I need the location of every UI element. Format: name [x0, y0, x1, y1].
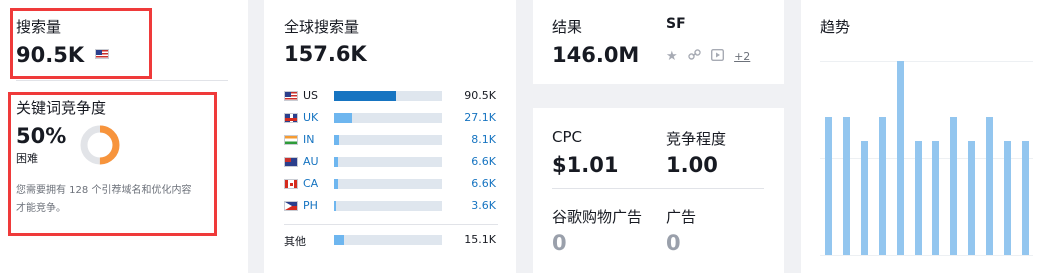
- country-value[interactable]: 6.6K: [471, 177, 496, 190]
- divider: [284, 224, 498, 225]
- us-flag-icon: [284, 91, 298, 101]
- country-row-ca[interactable]: CA 6.6K: [284, 177, 498, 191]
- trend-bar[interactable]: [986, 117, 993, 255]
- country-bar: [334, 135, 442, 145]
- country-code[interactable]: IN: [303, 133, 314, 146]
- shopping-ads-value: 0: [552, 231, 567, 255]
- sf-icons: ★ +2: [666, 48, 756, 65]
- trend-bar[interactable]: [897, 61, 904, 255]
- difficulty-description-2: 才能竞争。: [16, 203, 66, 214]
- competition-value: 1.00: [666, 153, 718, 177]
- country-value[interactable]: 6.6K: [471, 155, 496, 168]
- competition-label: 竞争程度: [666, 130, 727, 148]
- trend-bar[interactable]: [861, 141, 868, 255]
- country-row-in[interactable]: IN 8.1K: [284, 133, 498, 147]
- divider: [552, 188, 764, 189]
- trend-bar[interactable]: [825, 117, 832, 255]
- country-bar-fill: [334, 201, 336, 211]
- country-value[interactable]: 3.6K: [471, 199, 496, 212]
- country-code[interactable]: US: [303, 89, 318, 102]
- results-value: 146.0M: [552, 43, 640, 67]
- difficulty-percent: 50%: [16, 124, 67, 148]
- country-row-other[interactable]: 其他 15.1K: [284, 233, 498, 248]
- star-icon[interactable]: ★: [666, 49, 678, 64]
- in-flag-icon: [284, 135, 298, 145]
- volume-difficulty-card: 搜索量 90.5K 关键词竞争度 50% 困难 您需要拥有 128 个引荐域名和…: [0, 0, 248, 273]
- country-value[interactable]: 27.1K: [464, 111, 496, 124]
- country-code[interactable]: CA: [303, 177, 318, 190]
- ph-flag-icon: [284, 201, 298, 211]
- country-code[interactable]: PH: [303, 199, 318, 212]
- us-flag-icon: [95, 49, 110, 59]
- trend-label: 趋势: [820, 18, 851, 36]
- country-bar: [334, 201, 442, 211]
- country-code[interactable]: UK: [303, 111, 318, 124]
- country-value[interactable]: 90.5K: [464, 89, 496, 102]
- trend-bar[interactable]: [932, 141, 939, 255]
- country-bar-fill: [334, 91, 396, 101]
- trend-bar[interactable]: [968, 141, 975, 255]
- country-code[interactable]: AU: [303, 155, 319, 168]
- trend-bar[interactable]: [1022, 141, 1029, 255]
- country-bar-fill: [334, 113, 352, 123]
- cpc-value: $1.01: [552, 153, 619, 177]
- difficulty-donut: [80, 125, 120, 165]
- divider: [16, 80, 228, 81]
- country-bar: [334, 113, 442, 123]
- global-volume-label: 全球搜索量: [284, 18, 360, 36]
- trend-bar[interactable]: [843, 117, 850, 255]
- other-bar: [334, 235, 442, 245]
- country-bar: [334, 179, 442, 189]
- ads-label: 广告: [666, 208, 697, 226]
- trend-bar[interactable]: [1004, 141, 1011, 255]
- trend-bar[interactable]: [879, 117, 886, 255]
- trend-baseline: [820, 255, 1033, 256]
- trend-gridline: [820, 158, 1033, 159]
- ca-flag-icon: [284, 179, 298, 189]
- global-volume-value: 157.6K: [284, 42, 367, 66]
- video-icon[interactable]: [710, 48, 724, 65]
- cpc-label: CPC: [552, 128, 582, 146]
- difficulty-description-1: 您需要拥有 128 个引荐域名和优化内容: [16, 185, 192, 196]
- country-bar-fill: [334, 179, 338, 189]
- volume-value: 90.5K: [16, 43, 110, 67]
- country-bar: [334, 91, 442, 101]
- country-bar-fill: [334, 157, 338, 167]
- country-row-au[interactable]: AU 6.6K: [284, 155, 498, 169]
- link-icon[interactable]: [688, 48, 701, 65]
- other-value: 15.1K: [464, 233, 496, 246]
- volume-label: 搜索量: [16, 18, 62, 36]
- difficulty-level: 困难: [16, 152, 38, 165]
- trend-bar[interactable]: [915, 141, 922, 255]
- sf-more-link[interactable]: +2: [734, 50, 750, 63]
- results-card: [533, 0, 784, 84]
- sf-label: SF: [666, 16, 686, 32]
- volume-number: 90.5K: [16, 43, 85, 67]
- country-value[interactable]: 8.1K: [471, 133, 496, 146]
- country-row-ph[interactable]: PH 3.6K: [284, 199, 498, 213]
- ads-value: 0: [666, 231, 681, 255]
- country-bar: [334, 157, 442, 167]
- difficulty-label: 关键词竞争度: [16, 99, 107, 117]
- trend-gridline: [820, 61, 1033, 62]
- other-bar-fill: [334, 235, 344, 245]
- other-label: 其他: [284, 235, 306, 248]
- au-flag-icon: [284, 157, 298, 167]
- trend-bar[interactable]: [950, 117, 957, 255]
- country-row-uk[interactable]: UK 27.1K: [284, 111, 498, 125]
- uk-flag-icon: [284, 113, 298, 123]
- shopping-ads-label: 谷歌购物广告: [552, 208, 643, 226]
- country-row-us[interactable]: US 90.5K: [284, 89, 498, 103]
- country-bar-fill: [334, 135, 339, 145]
- results-label: 结果: [552, 18, 583, 36]
